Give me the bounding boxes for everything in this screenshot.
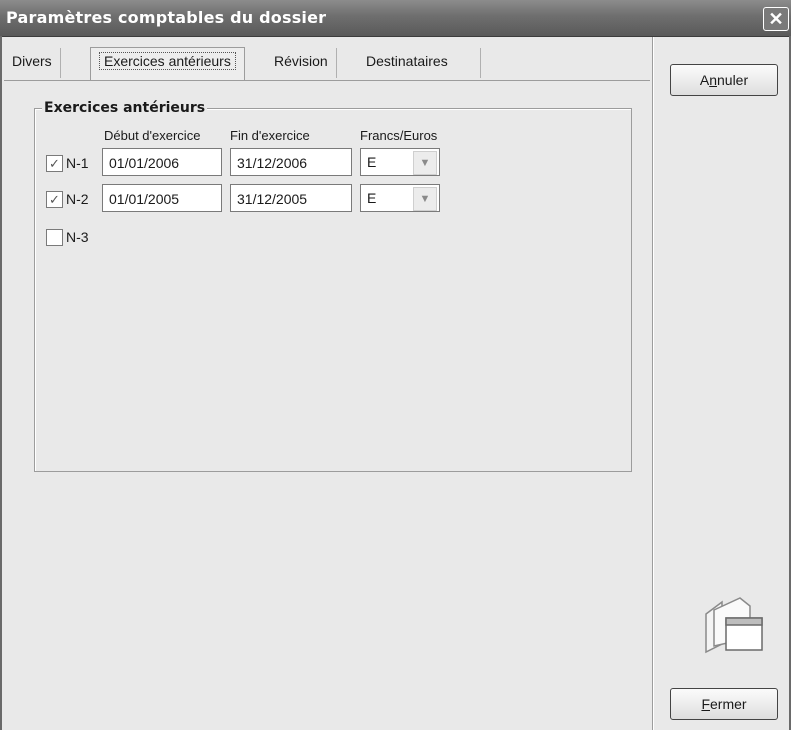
tab-label: Divers [12, 53, 52, 69]
check-icon: ✓ [49, 156, 60, 171]
annuler-mnemonic: n [709, 72, 717, 88]
debut-field-n1[interactable]: 01/01/2006 [102, 148, 222, 176]
panel-divider-highlight [653, 37, 654, 730]
row-label-n3: N-3 [66, 229, 89, 245]
checkbox-n2[interactable]: ✓ [46, 191, 63, 208]
group-title: Exercices antérieurs [42, 100, 208, 116]
annuler-button[interactable]: Annuler [670, 64, 778, 96]
devise-select-n1[interactable]: E ▼ [360, 148, 440, 176]
tab-panel-border [4, 80, 650, 81]
fin-field-n2[interactable]: 31/12/2005 [230, 184, 352, 212]
column-header-debut: Début d'exercice [104, 128, 201, 143]
fin-field-n1[interactable]: 31/12/2006 [230, 148, 352, 176]
devise-value: E [367, 190, 377, 206]
window-title: Paramètres comptables du dossier [6, 8, 327, 27]
fermer-button[interactable]: Fermer [670, 688, 778, 720]
annuler-label-part: A [699, 72, 710, 88]
window-frame-left [0, 36, 2, 730]
devise-select-n2[interactable]: E ▼ [360, 184, 440, 212]
title-bar: Paramètres comptables du dossier ✕ [0, 0, 791, 37]
chevron-down-icon[interactable]: ▼ [413, 187, 437, 211]
checkbox-n3[interactable] [46, 229, 63, 246]
tab-revision[interactable]: Révision [266, 48, 337, 78]
tab-destinataires[interactable]: Destinataires [358, 48, 481, 78]
chevron-down-icon[interactable]: ▼ [413, 151, 437, 175]
annuler-label-part: nuler [717, 72, 749, 88]
checkbox-n1[interactable]: ✓ [46, 155, 63, 172]
check-icon: ✓ [49, 192, 60, 207]
tab-label: Destinataires [366, 53, 448, 69]
folder-window-icon [705, 597, 763, 654]
row-label-n2: N-2 [66, 191, 89, 207]
tab-label: Révision [274, 53, 328, 69]
column-header-devise: Francs/Euros [360, 128, 438, 143]
column-header-fin: Fin d'exercice [230, 128, 310, 143]
tab-exercices-anterieurs[interactable]: Exercices antérieurs [90, 47, 245, 81]
close-icon[interactable]: ✕ [763, 7, 789, 31]
tab-divers[interactable]: Divers [4, 48, 61, 78]
fermer-mnemonic: F [701, 696, 710, 712]
row-label-n1: N-1 [66, 155, 89, 171]
debut-field-n2[interactable]: 01/01/2005 [102, 184, 222, 212]
fermer-label-part: ermer [710, 696, 747, 712]
tab-label: Exercices antérieurs [99, 52, 236, 70]
devise-value: E [367, 154, 377, 170]
